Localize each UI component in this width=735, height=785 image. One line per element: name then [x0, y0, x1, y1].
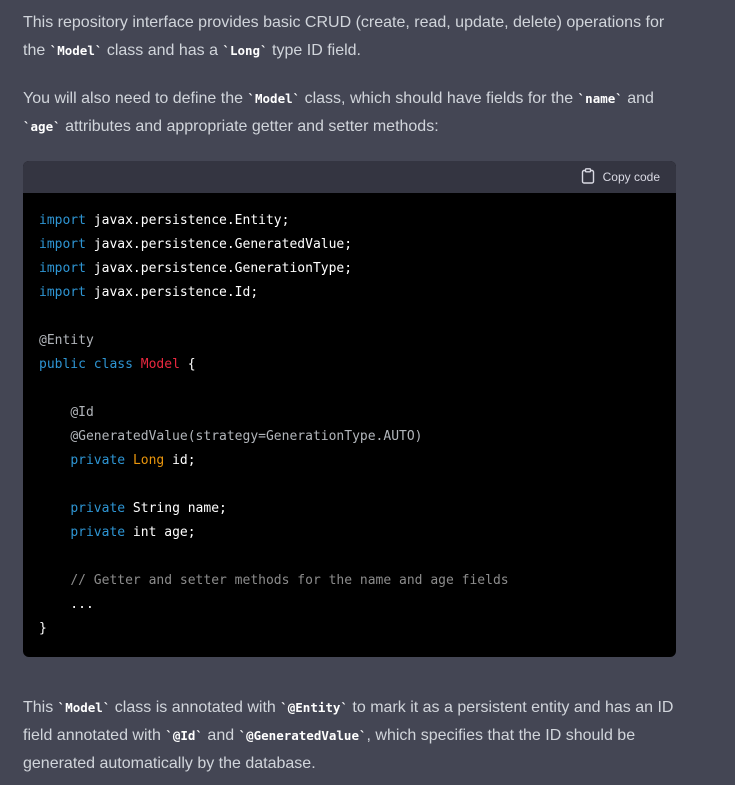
code-token: ...: [39, 597, 94, 612]
code-token: Long: [132, 453, 165, 468]
code-token: private: [70, 453, 126, 468]
code-token: import: [39, 261, 86, 276]
code-line: import javax.persistence.GenerationType;: [39, 257, 660, 281]
inline-code: `Model`: [49, 43, 103, 58]
inline-code: `Model`: [57, 700, 111, 715]
code-token: import: [39, 213, 86, 228]
paragraph-intro: This repository interface provides basic…: [23, 14, 665, 59]
code-line: @Entity: [39, 329, 660, 353]
paragraph-model-definition: You will also need to define the `Model`…: [23, 90, 654, 135]
code-token: @Id: [70, 405, 94, 420]
code-line: private int age;: [39, 521, 660, 545]
code-line: ...: [39, 593, 660, 617]
code-token: private: [70, 525, 126, 540]
code-token: javax.persistence.Id;: [85, 285, 259, 300]
inline-code: `name`: [577, 91, 623, 106]
inline-code: `@Id`: [165, 728, 203, 743]
copy-code-label: Copy code: [602, 170, 660, 184]
code-token: class: [93, 357, 133, 372]
inline-code: `age`: [23, 119, 61, 134]
code-token: public: [39, 357, 86, 372]
code-line: // Getter and setter methods for the nam…: [39, 569, 660, 593]
code-token: {: [179, 357, 196, 372]
code-line: public class Model {: [39, 353, 660, 377]
code-token: String name;: [125, 501, 227, 516]
code-token: private: [70, 501, 126, 516]
code-line: @GeneratedValue(strategy=GenerationType.…: [39, 425, 660, 449]
code-block-header: Copy code: [23, 161, 676, 193]
inline-code: `@GeneratedValue`: [238, 728, 367, 743]
code-line: import javax.persistence.GeneratedValue;: [39, 233, 660, 257]
code-token: }: [39, 621, 47, 636]
code-line: }: [39, 617, 660, 641]
code-line: private String name;: [39, 497, 660, 521]
code-token: @Entity: [39, 333, 94, 348]
inline-code: `@Entity`: [280, 700, 348, 715]
code-token: Model: [140, 357, 180, 372]
code-line: @Id: [39, 401, 660, 425]
code-line: import javax.persistence.Id;: [39, 281, 660, 305]
code-token: @GeneratedValue(strategy=GenerationType.…: [70, 429, 423, 444]
code-token: javax.persistence.Entity;: [85, 213, 290, 228]
code-block: Copy code import javax.persistence.Entit…: [23, 161, 676, 657]
clipboard-icon: [581, 167, 595, 187]
paragraph-explanation: This `Model` class is annotated with `@E…: [23, 699, 674, 772]
inline-code: `Model`: [247, 91, 301, 106]
code-token: javax.persistence.GeneratedValue;: [85, 237, 353, 252]
code-content: import javax.persistence.Entity; import j…: [23, 193, 676, 641]
code-token: id;: [164, 453, 196, 468]
code-token: int age;: [125, 525, 196, 540]
code-line: private Long id;: [39, 449, 660, 473]
copy-code-button[interactable]: Copy code: [581, 167, 660, 187]
code-line: import javax.persistence.Entity;: [39, 209, 660, 233]
code-token: import: [39, 237, 86, 252]
inline-code: `Long`: [222, 43, 268, 58]
code-token: javax.persistence.GenerationType;: [85, 261, 353, 276]
code-token: import: [39, 285, 86, 300]
code-token: // Getter and setter methods for the nam…: [70, 573, 509, 588]
